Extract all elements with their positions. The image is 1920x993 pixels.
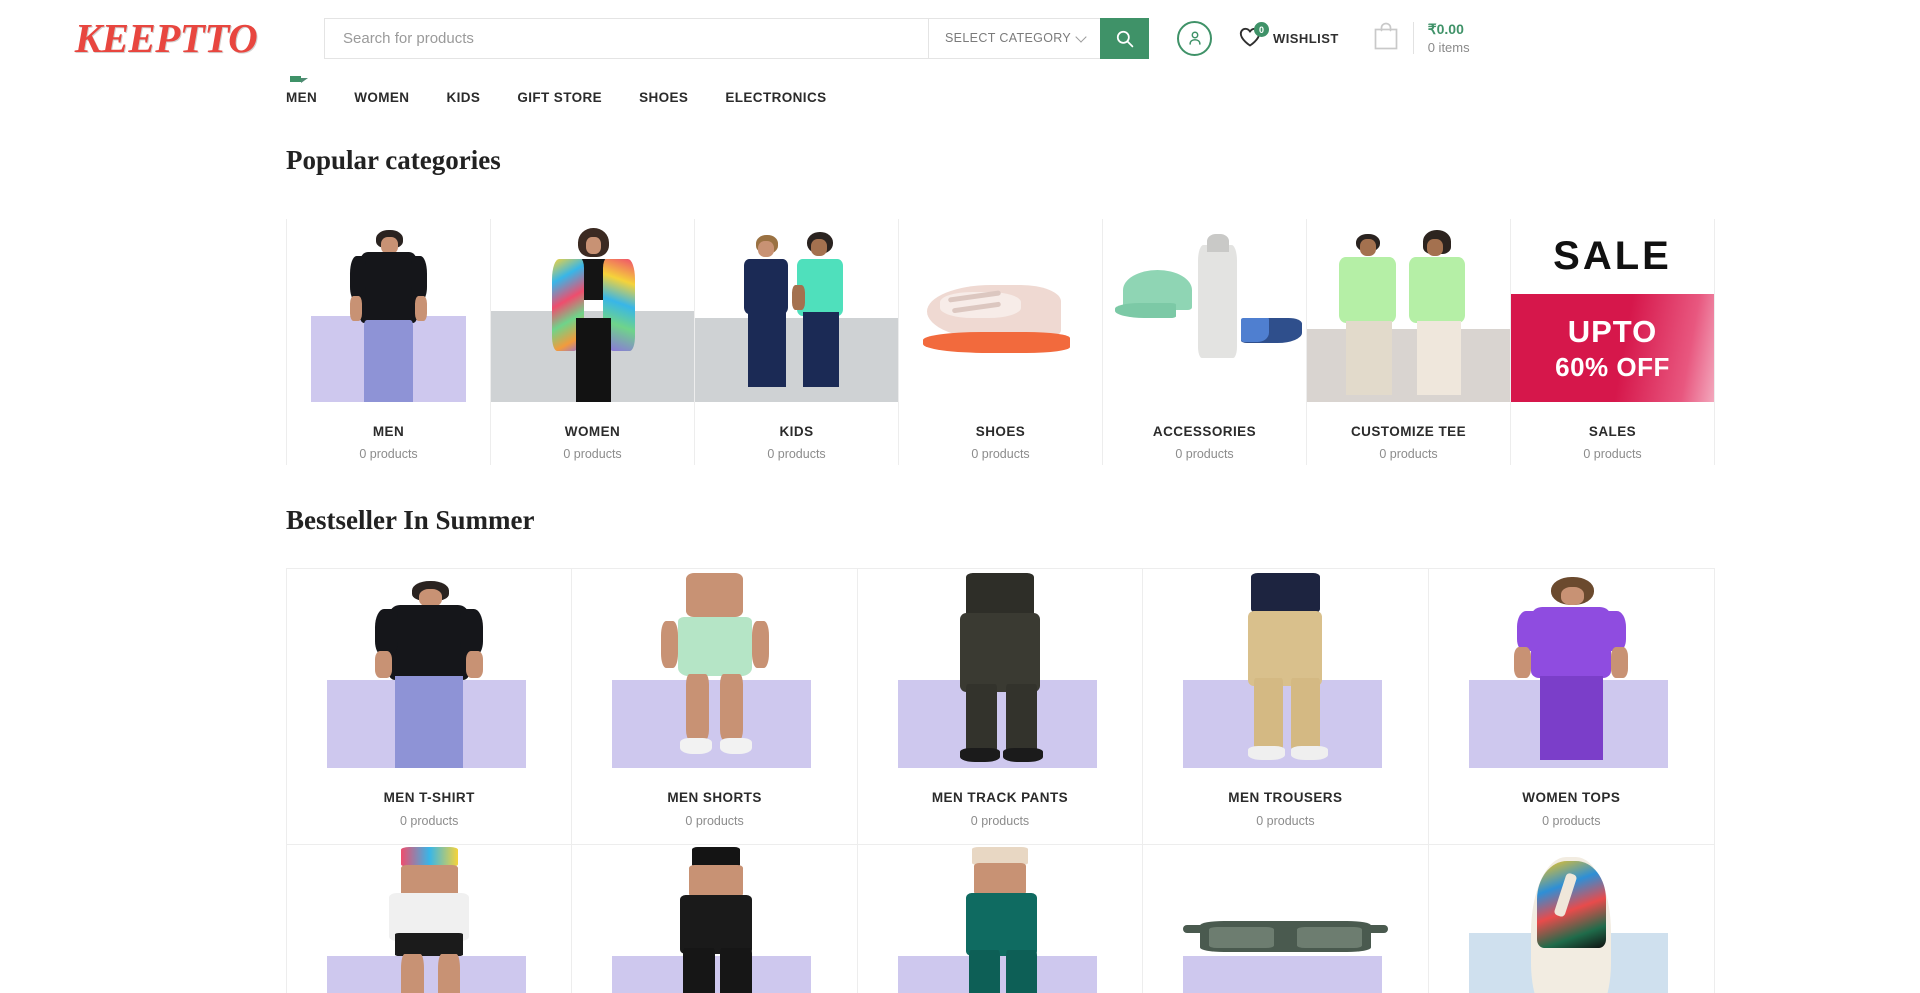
cart-summary: ₹0.00 0 items xyxy=(1428,20,1470,56)
product-name: MEN SHORTS xyxy=(667,790,762,805)
product-card-row2-3[interactable] xyxy=(857,845,1144,993)
category-card-sales[interactable]: SALE UPTO 60% OFF SALES 0 products xyxy=(1511,219,1715,465)
product-count: 0 products xyxy=(1542,814,1601,828)
popular-categories-title: Popular categories xyxy=(286,145,501,175)
category-count: 0 products xyxy=(767,447,826,461)
product-count: 0 products xyxy=(1256,814,1315,828)
category-image-men xyxy=(287,219,490,402)
product-card-row2-1[interactable] xyxy=(287,845,573,993)
category-image-women xyxy=(491,219,694,402)
category-count: 0 products xyxy=(1583,447,1642,461)
sale-discount-text: 60% OFF xyxy=(1555,351,1670,382)
nav-item-gift-store[interactable]: GIFT STORE xyxy=(517,90,602,105)
nav-list: MEN WOMEN KIDS GIFT STORE SHOES ELECTRON… xyxy=(286,90,1920,105)
category-card-shoes[interactable]: SHOES 0 products xyxy=(899,219,1103,465)
category-name: SALES xyxy=(1588,424,1637,439)
nav-item-men[interactable]: MEN xyxy=(286,90,317,105)
product-image xyxy=(857,569,1143,768)
search-bar: SELECT CATEGORY xyxy=(324,17,1149,59)
category-name: KIDS xyxy=(779,424,814,439)
product-card-men-track-pants[interactable]: MEN TRACK PANTS 0 products xyxy=(857,569,1144,845)
category-name: WOMEN xyxy=(564,424,621,439)
cart-item-count: 0 items xyxy=(1427,39,1470,55)
nav-item-electronics[interactable]: ELECTRONICS xyxy=(725,90,826,105)
cart-button[interactable]: ₹0.00 0 items xyxy=(1373,20,1470,56)
site-logo[interactable]: KEEPTTO xyxy=(32,14,300,62)
product-image xyxy=(1143,569,1428,768)
product-name: MEN T-SHIRT xyxy=(383,790,475,805)
category-image-kids xyxy=(695,219,898,402)
category-name: MEN xyxy=(372,424,405,439)
user-account-icon xyxy=(1188,31,1201,45)
product-name: WOMEN TOPS xyxy=(1522,790,1621,805)
product-image xyxy=(1143,845,1428,993)
category-card-kids[interactable]: KIDS 0 products xyxy=(695,219,899,465)
nav-item-shoes[interactable]: SHOES xyxy=(639,90,688,105)
search-button[interactable] xyxy=(1100,17,1149,59)
nav-item-women[interactable]: WOMEN xyxy=(354,90,409,105)
category-count: 0 products xyxy=(1175,447,1234,461)
heart-icon: 0 xyxy=(1238,22,1269,50)
category-card-women[interactable]: WOMEN 0 products xyxy=(491,219,695,465)
bestseller-title: Bestseller In Summer xyxy=(286,505,535,535)
chevron-down-icon xyxy=(1077,33,1087,43)
site-header: KEEPTTO SELECT CATEGORY xyxy=(0,0,1920,74)
product-image xyxy=(287,569,572,768)
sale-banner-bottom: UPTO 60% OFF xyxy=(1511,294,1714,402)
sale-banner-top: SALE xyxy=(1511,219,1714,295)
product-card-women-tops[interactable]: WOMEN TOPS 0 products xyxy=(1428,569,1714,845)
sale-banner: SALE UPTO 60% OFF xyxy=(1511,219,1714,402)
product-name: MEN TROUSERS xyxy=(1228,790,1343,805)
account-button[interactable] xyxy=(1177,20,1212,56)
product-card-men-t-shirt[interactable]: MEN T-SHIRT 0 products xyxy=(287,569,573,845)
product-count: 0 products xyxy=(685,814,744,828)
main-navigation: MEN WOMEN KIDS GIFT STORE SHOES ELECTRON… xyxy=(0,74,1920,105)
wishlist-label: WISHLIST xyxy=(1273,30,1339,46)
product-count: 0 products xyxy=(400,814,459,828)
product-image xyxy=(572,845,857,993)
popular-categories-row: MEN 0 products WOMEN 0 products KIDS 0 p… xyxy=(286,219,1715,465)
category-card-accessories[interactable]: ACCESSORIES 0 products xyxy=(1103,219,1307,465)
product-image xyxy=(287,845,572,993)
product-card-men-shorts[interactable]: MEN SHORTS 0 products xyxy=(572,569,858,845)
product-image xyxy=(572,569,857,768)
category-name: CUSTOMIZE TEE xyxy=(1350,424,1467,439)
cart-total: ₹0.00 xyxy=(1427,20,1464,37)
product-image xyxy=(1428,845,1714,993)
product-image xyxy=(857,845,1143,993)
product-name: MEN TRACK PANTS xyxy=(931,790,1069,805)
category-count: 0 products xyxy=(1379,447,1438,461)
search-input[interactable] xyxy=(324,17,928,59)
product-count: 0 products xyxy=(970,814,1030,828)
category-name: SHOES xyxy=(975,424,1026,439)
header-actions: 0 WISHLIST ₹0.00 0 items xyxy=(1177,20,1470,56)
product-image xyxy=(1428,569,1714,768)
shopping-bag-icon xyxy=(1373,21,1399,56)
nav-item-kids[interactable]: KIDS xyxy=(446,90,480,105)
wishlist-count-badge: 0 xyxy=(1254,22,1269,37)
bestseller-grid: MEN T-SHIRT 0 products MEN SHORTS 0 prod… xyxy=(286,568,1715,993)
product-card-men-trousers[interactable]: MEN TROUSERS 0 products xyxy=(1143,569,1429,845)
product-card-row2-2[interactable] xyxy=(572,845,858,993)
product-card-row2-4[interactable] xyxy=(1143,845,1429,993)
storefront-page: KEEPTTO SELECT CATEGORY xyxy=(0,0,1920,993)
category-image-customize-tee xyxy=(1307,219,1510,402)
sale-upto-text: UPTO xyxy=(1567,313,1658,349)
category-card-customize-tee[interactable]: CUSTOMIZE TEE 0 products xyxy=(1307,219,1511,465)
category-select[interactable]: SELECT CATEGORY xyxy=(928,17,1100,59)
category-card-men[interactable]: MEN 0 products xyxy=(287,219,491,465)
category-count: 0 products xyxy=(359,447,418,461)
category-count: 0 products xyxy=(971,447,1030,461)
category-image-accessories xyxy=(1103,219,1306,402)
product-card-row2-5[interactable] xyxy=(1428,845,1714,993)
category-name: ACCESSORIES xyxy=(1152,424,1257,439)
wishlist-button[interactable]: 0 WISHLIST xyxy=(1238,22,1339,50)
search-icon xyxy=(1116,30,1134,47)
sale-word: SALE xyxy=(1553,234,1672,278)
category-count: 0 products xyxy=(563,447,622,461)
category-image-shoes xyxy=(899,219,1102,402)
category-select-label: SELECT CATEGORY xyxy=(945,31,1072,45)
nav-active-marker-icon xyxy=(290,76,308,83)
cart-divider xyxy=(1412,22,1414,54)
